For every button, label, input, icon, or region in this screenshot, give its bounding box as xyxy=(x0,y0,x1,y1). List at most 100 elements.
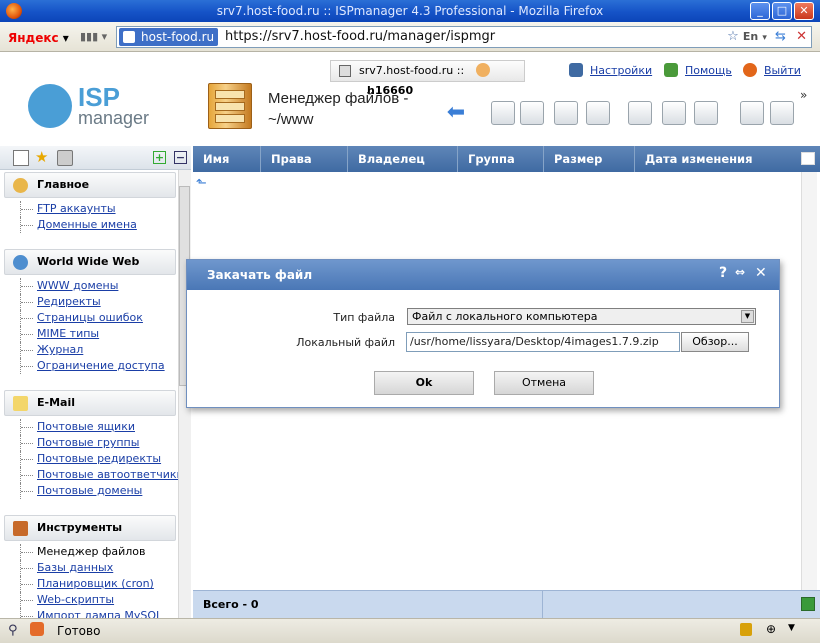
dialog-resize-icon[interactable]: ⇔ xyxy=(735,265,745,279)
menu-group-email[interactable]: E-Mail xyxy=(4,390,176,416)
sidebar-item-redirects[interactable]: Редиректы xyxy=(20,294,101,310)
settings-link[interactable]: Настройки xyxy=(590,64,652,77)
translate-icon[interactable]: ⇆ xyxy=(775,29,786,44)
sidebar-item-databases[interactable]: Базы данных xyxy=(20,560,113,576)
sidebar-item-domains[interactable]: Доменные имена xyxy=(20,217,137,233)
logout-link[interactable]: Выйти xyxy=(764,64,801,77)
table-header: Имя Права Владелец Группа Размер Дата из… xyxy=(193,146,820,172)
sidebar-item-mail-domains[interactable]: Почтовые домены xyxy=(20,483,142,499)
extract-button[interactable] xyxy=(628,101,652,125)
dialog-close-icon[interactable]: ✕ xyxy=(755,265,767,281)
expand-all-icon[interactable]: + xyxy=(153,151,166,164)
ok-button[interactable]: Ok xyxy=(374,371,474,395)
sidebar-item-web-scripts[interactable]: Web-скрипты xyxy=(20,592,114,608)
zoom-dropdown-icon[interactable]: ▼ xyxy=(788,623,795,633)
maximize-button[interactable]: □ xyxy=(772,2,792,20)
stop-icon[interactable]: ✕ xyxy=(796,29,807,44)
dropdown-icon[interactable]: ▾ xyxy=(762,33,767,43)
sidebar-item-mysql-import[interactable]: Импорт дампа MySQL xyxy=(20,608,162,618)
yandex-menu[interactable]: Яндекс ▾ xyxy=(8,31,69,45)
addon-icon[interactable] xyxy=(30,622,44,636)
isp-logo-icon xyxy=(28,84,72,128)
briefcase-icon[interactable] xyxy=(57,150,73,166)
sidebar-item-mime[interactable]: MIME типы xyxy=(20,326,99,342)
status-text: Готово xyxy=(57,624,101,638)
col-size[interactable]: Размер xyxy=(544,146,635,172)
upload-button[interactable] xyxy=(770,101,794,125)
file-cabinet-icon xyxy=(208,83,252,129)
window-title: srv7.host-food.ru :: ISPmanager 4.3 Prof… xyxy=(216,4,604,18)
lock-icon[interactable] xyxy=(740,623,752,636)
delete-file-button[interactable] xyxy=(586,101,610,125)
file-type-label: Тип файла xyxy=(333,311,395,324)
url-text[interactable]: https://srv7.host-food.ru/manager/ispmgr xyxy=(225,29,495,44)
browser-navbar: Яндекс ▾ ▮▮▮ ▾ host-food.ru https://srv7… xyxy=(0,22,820,52)
sidebar-item-log[interactable]: Журнал xyxy=(20,342,83,358)
collapse-all-icon[interactable]: − xyxy=(174,151,187,164)
parent-dir-icon[interactable]: ⬑ xyxy=(196,176,210,191)
logo-manager-text: manager xyxy=(78,108,150,128)
sidebar-item-mailboxes[interactable]: Почтовые ящики xyxy=(20,419,135,435)
site-identity-badge[interactable]: host-food.ru xyxy=(119,28,219,46)
url-actions: ☆ En ▾ ⇆ ✕ xyxy=(727,29,807,44)
download-button[interactable] xyxy=(740,101,764,125)
col-name[interactable]: Имя xyxy=(193,146,261,172)
close-button[interactable]: ✕ xyxy=(794,2,814,20)
cancel-button[interactable]: Отмена xyxy=(494,371,594,395)
sidebar-toolbar: ★ + − xyxy=(0,146,191,170)
new-file-button[interactable] xyxy=(491,101,515,125)
url-bar[interactable]: host-food.ru https://srv7.host-food.ru/m… xyxy=(116,26,812,48)
col-group[interactable]: Группа xyxy=(458,146,544,172)
sidebar-item-access[interactable]: Ограничение доступа xyxy=(20,358,165,374)
local-file-input[interactable]: /usr/home/lissyara/Desktop/4images1.7.9.… xyxy=(406,332,680,352)
col-owner[interactable]: Владелец xyxy=(348,146,458,172)
menu-group-tools[interactable]: Инструменты xyxy=(4,515,176,541)
menu-group-main[interactable]: Главное xyxy=(4,172,176,198)
sidebar-item-file-manager[interactable]: Менеджер файлов xyxy=(20,544,146,560)
window-titlebar: srv7.host-food.ru :: ISPmanager 4.3 Prof… xyxy=(0,0,820,22)
menu-tab-icon[interactable] xyxy=(13,150,29,166)
page-title: Менеджер файлов - ~/www xyxy=(268,90,409,128)
properties-button[interactable] xyxy=(554,101,578,125)
help-link[interactable]: Помощь xyxy=(685,64,732,77)
main-scrollbar[interactable] xyxy=(801,172,817,590)
dialog-help-icon[interactable]: ? xyxy=(719,265,727,281)
browse-button[interactable]: Обзор... xyxy=(681,332,749,352)
home-icon xyxy=(13,178,28,193)
sidebar-item-www-domains[interactable]: WWW домены xyxy=(20,278,118,294)
signal-icon: ▮▮▮ ▾ xyxy=(80,30,108,43)
menu-group-www[interactable]: World Wide Web xyxy=(4,249,176,275)
table-settings-icon[interactable] xyxy=(801,152,815,165)
copy-button[interactable] xyxy=(662,101,686,125)
total-count: Всего - 0 xyxy=(203,598,259,611)
settings-icon xyxy=(569,63,583,77)
favorites-star-icon[interactable]: ★ xyxy=(35,150,51,166)
more-toolbar-icon[interactable]: » xyxy=(800,88,807,102)
sidebar-item-mail-groups[interactable]: Почтовые группы xyxy=(20,435,139,451)
back-arrow-button[interactable]: ⬅ xyxy=(444,101,468,125)
sidebar-item-ftp[interactable]: FTP аккаунты xyxy=(20,201,116,217)
local-file-label: Локальный файл xyxy=(296,336,395,349)
logout-icon xyxy=(743,63,757,77)
minimize-button[interactable]: _ xyxy=(750,2,770,20)
edit-file-button[interactable] xyxy=(520,101,544,125)
sidebar-item-autoresponders[interactable]: Почтовые автоответчики xyxy=(20,467,184,483)
zoom-icon[interactable]: ⊕ xyxy=(766,622,776,636)
site-favicon-icon xyxy=(123,31,135,43)
lang-button[interactable]: En xyxy=(743,30,758,43)
archive-button[interactable] xyxy=(694,101,718,125)
info-strip: srv7.host-food.ru :: h16660 Настройки По… xyxy=(0,58,820,97)
upload-dialog: Закачать файл ? ⇔ ✕ Тип файла Файл с лок… xyxy=(186,259,780,408)
excel-export-icon[interactable] xyxy=(801,597,815,611)
dialog-title: Закачать файл xyxy=(187,260,779,290)
mail-icon xyxy=(13,396,28,411)
star-icon[interactable]: ☆ xyxy=(727,29,739,44)
col-perms[interactable]: Права xyxy=(261,146,348,172)
magnifier-icon[interactable]: ⚲ xyxy=(8,623,18,638)
chevron-down-icon: ▼ xyxy=(741,310,754,323)
sidebar-item-mail-redirects[interactable]: Почтовые редиректы xyxy=(20,451,161,467)
col-mtime[interactable]: Дата изменения xyxy=(635,146,800,172)
sidebar-item-cron[interactable]: Планировщик (cron) xyxy=(20,576,154,592)
file-type-select[interactable]: Файл с локального компьютера ▼ xyxy=(407,308,756,325)
sidebar-item-error-pages[interactable]: Страницы ошибок xyxy=(20,310,143,326)
